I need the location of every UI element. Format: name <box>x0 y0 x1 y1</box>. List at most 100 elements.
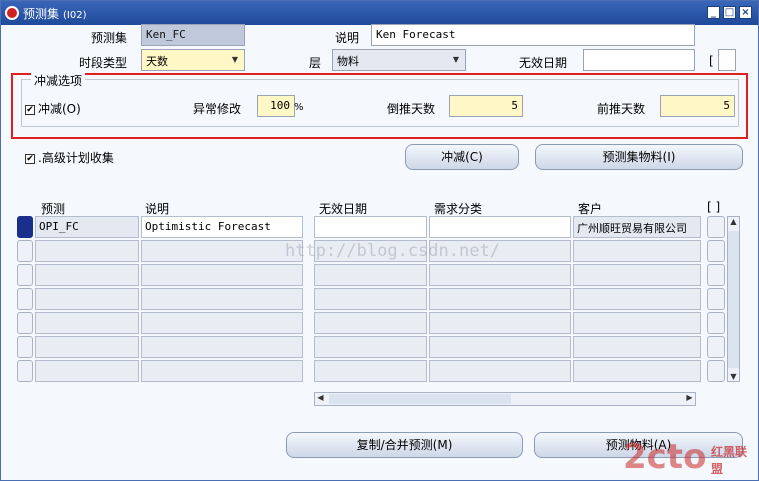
disable-date-field[interactable] <box>583 49 695 71</box>
forward-days-field[interactable]: 5 <box>660 95 735 117</box>
flex-field-box[interactable] <box>718 49 736 71</box>
row-indicator[interactable] <box>17 216 33 238</box>
horizontal-scrollbar[interactable]: ◀ ▶ <box>314 392 696 406</box>
watermark: http://blog.csdn.net/ <box>285 241 500 261</box>
disable-date-cell[interactable] <box>314 336 427 358</box>
row-indicator[interactable] <box>17 336 33 358</box>
description-label: 说明 <box>335 31 360 45</box>
forecast-items-button[interactable]: 预测集物料(I) <box>535 144 743 170</box>
forecast-cell[interactable] <box>35 360 139 382</box>
site-logo: 2cto <box>623 437 707 477</box>
disable-date-cell[interactable] <box>314 216 427 238</box>
col-header-demand-class: 需求分类 <box>434 202 483 216</box>
chevron-down-icon[interactable]: ▼ <box>449 52 463 68</box>
customer-cell[interactable] <box>573 336 701 358</box>
forecast-cell[interactable] <box>35 240 139 262</box>
customer-cell[interactable] <box>573 360 701 382</box>
forecast-cell[interactable] <box>35 264 139 286</box>
checkbox-icon[interactable]: ✔ <box>25 104 35 115</box>
customer-cell[interactable]: 广州顺旺贸易有限公司 <box>573 216 701 238</box>
col-header-forecast: 预测 <box>41 202 66 216</box>
forecast-cell[interactable] <box>35 288 139 310</box>
minimize-icon[interactable]: _ <box>707 6 720 19</box>
forward-days-label: 前推天数 <box>597 102 646 116</box>
chevron-down-icon[interactable]: ▼ <box>228 52 242 68</box>
site-logo-sub: 红黑联盟 <box>711 445 748 476</box>
row-flex-box[interactable] <box>707 336 725 358</box>
disable-date-cell[interactable] <box>314 360 427 382</box>
period-type-label: 时段类型 <box>79 56 128 70</box>
customer-cell[interactable] <box>573 312 701 334</box>
consume-button[interactable]: 冲减(C) <box>405 144 519 170</box>
row-flex-box[interactable] <box>707 360 725 382</box>
row-indicator[interactable] <box>17 264 33 286</box>
description-cell[interactable] <box>141 360 303 382</box>
consume-checkbox[interactable]: ✔ 冲减(O) <box>25 100 81 117</box>
description-cell[interactable]: Optimistic Forecast <box>141 216 303 238</box>
level-label: 层 <box>309 56 322 70</box>
row-flex-box[interactable] <box>707 288 725 310</box>
description-cell[interactable] <box>141 240 303 262</box>
demand-class-cell[interactable] <box>429 216 571 238</box>
description-cell[interactable] <box>141 264 303 286</box>
scroll-down-icon[interactable]: ▼ <box>728 372 739 381</box>
forecast-set-window: 预测集 (I02) _ □ × 预测集 Ken_FC 说明 Ken Forecas… <box>0 0 759 481</box>
disable-date-label: 无效日期 <box>519 56 568 70</box>
description-field[interactable]: Ken Forecast <box>371 24 695 46</box>
forecast-cell[interactable] <box>35 336 139 358</box>
demand-class-cell[interactable] <box>429 312 571 334</box>
forecast-set-field[interactable]: Ken_FC <box>141 24 245 46</box>
disable-date-cell[interactable] <box>314 264 427 286</box>
col-header-flex[interactable]: [ ] <box>707 200 720 214</box>
customer-cell[interactable] <box>573 240 701 262</box>
row-flex-box[interactable] <box>707 312 725 334</box>
row-indicator[interactable] <box>17 312 33 334</box>
close-icon[interactable]: × <box>739 6 752 19</box>
flex-field-bracket[interactable]: [ <box>709 54 714 68</box>
description-cell[interactable] <box>141 312 303 334</box>
scroll-thumb[interactable] <box>728 231 739 368</box>
outlier-label: 异常修改 <box>193 102 242 116</box>
vertical-scrollbar[interactable]: ▲ ▼ <box>727 216 740 382</box>
row-indicator[interactable] <box>17 360 33 382</box>
description-cell[interactable] <box>141 336 303 358</box>
demand-class-cell[interactable] <box>429 360 571 382</box>
col-header-disable-date: 无效日期 <box>319 202 368 216</box>
advanced-planning-checkbox[interactable]: ✔ .高级计划收集 <box>25 149 114 166</box>
col-header-customer: 客户 <box>578 202 603 216</box>
checkbox-icon[interactable]: ✔ <box>25 153 35 164</box>
demand-class-cell[interactable] <box>429 288 571 310</box>
disable-date-cell[interactable] <box>314 312 427 334</box>
scroll-left-icon[interactable]: ◀ <box>315 393 326 402</box>
title-bar[interactable]: 预测集 (I02) _ □ × <box>1 1 758 25</box>
forecast-set-label: 预测集 <box>91 31 128 45</box>
description-cell[interactable] <box>141 288 303 310</box>
hscroll-thumb[interactable] <box>329 394 511 404</box>
oracle-app-icon <box>5 6 19 20</box>
row-flex-box[interactable] <box>707 240 725 262</box>
customer-cell[interactable] <box>573 288 701 310</box>
customer-cell[interactable] <box>573 264 701 286</box>
demand-class-cell[interactable] <box>429 264 571 286</box>
row-indicator[interactable] <box>17 288 33 310</box>
row-indicator[interactable] <box>17 240 33 262</box>
forecast-cell[interactable] <box>35 312 139 334</box>
consume-options-title: 冲减选项 <box>31 72 86 89</box>
col-header-description: 说明 <box>145 202 170 216</box>
copy-merge-button[interactable]: 复制/合并预测(M) <box>286 432 523 458</box>
maximize-icon[interactable]: □ <box>723 6 736 19</box>
advanced-planning-label: .高级计划收集 <box>38 151 114 165</box>
scroll-right-icon[interactable]: ▶ <box>684 393 695 402</box>
outlier-field[interactable]: 100 <box>257 95 295 117</box>
disable-date-cell[interactable] <box>314 288 427 310</box>
period-type-select[interactable]: 天数 ▼ <box>141 49 245 71</box>
consume-checkbox-label: 冲减(O) <box>38 102 81 116</box>
level-select[interactable]: 物料 ▼ <box>332 49 466 71</box>
demand-class-cell[interactable] <box>429 336 571 358</box>
row-flex-box[interactable] <box>707 264 725 286</box>
backward-days-field[interactable]: 5 <box>449 95 523 117</box>
outlier-unit: % <box>294 102 304 113</box>
forecast-cell[interactable]: OPI_FC <box>35 216 139 238</box>
row-flex-box[interactable] <box>707 216 725 238</box>
scroll-up-icon[interactable]: ▲ <box>728 217 739 226</box>
